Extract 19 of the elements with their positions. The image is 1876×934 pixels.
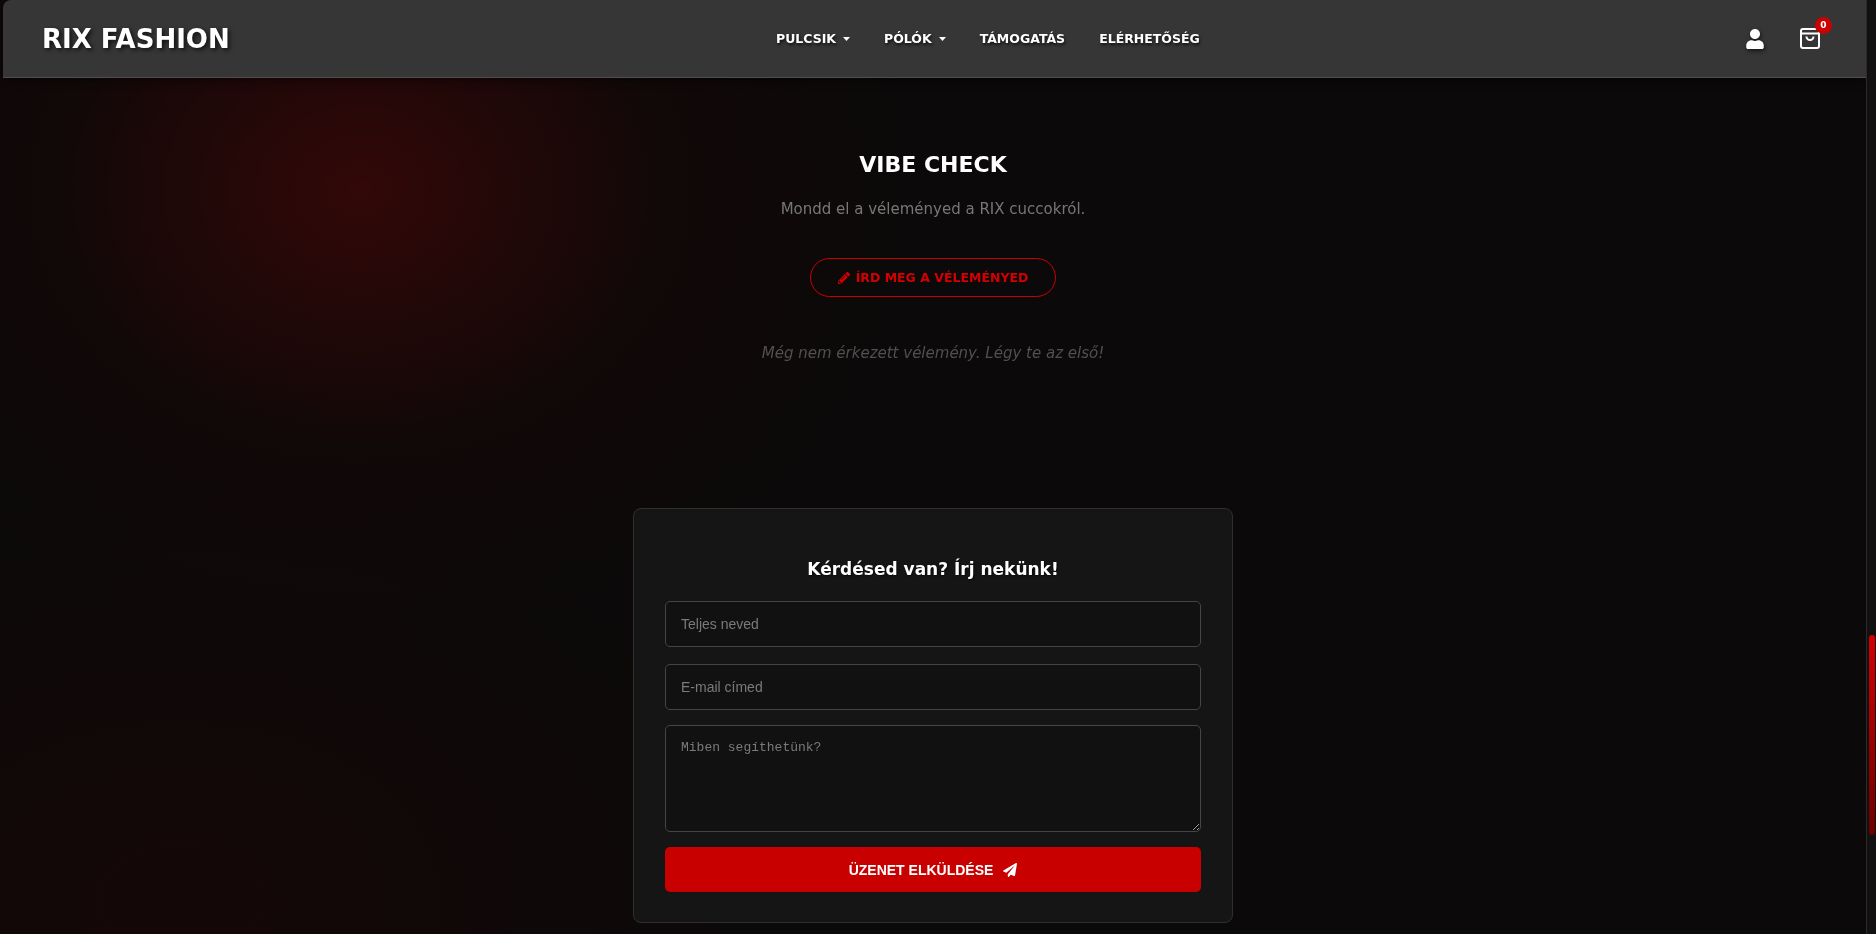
nav-link[interactable]: TÁMOGATÁS xyxy=(979,31,1066,46)
empty-reviews-text: Még nem érkezett vélemény. Légy te az első! xyxy=(761,343,1105,363)
shopping-bag-icon[interactable] xyxy=(1800,28,1820,49)
logo[interactable]: RIX FASHION xyxy=(42,23,230,54)
pencil-icon xyxy=(837,271,850,284)
user-icon[interactable] xyxy=(1746,28,1764,49)
section-title: VIBE CHECK xyxy=(859,152,1007,178)
paper-plane-icon xyxy=(1003,862,1018,877)
nav-link[interactable]: PULCSIK xyxy=(775,31,850,46)
contact-title: Kérdésed van? Írj nekünk! xyxy=(806,558,1060,580)
message-field[interactable]: Miben segíthetünk? xyxy=(665,725,1201,832)
name-field[interactable]: Teljes neved xyxy=(665,601,1201,647)
nav-link[interactable]: PÓLÓK xyxy=(884,31,946,46)
nav-link[interactable]: ELÉRHETŐSÉG xyxy=(1099,31,1200,46)
scrollbar-thumb[interactable] xyxy=(1868,635,1875,835)
cart-count-badge: 0 xyxy=(1815,17,1832,34)
send-message-button[interactable]: ÜZENET ELKÜLDÉSE xyxy=(665,847,1201,892)
email-field[interactable]: E-mail címed xyxy=(665,664,1201,710)
section-subtitle: Mondd el a véleményed a RIX cuccokról. xyxy=(780,199,1086,219)
